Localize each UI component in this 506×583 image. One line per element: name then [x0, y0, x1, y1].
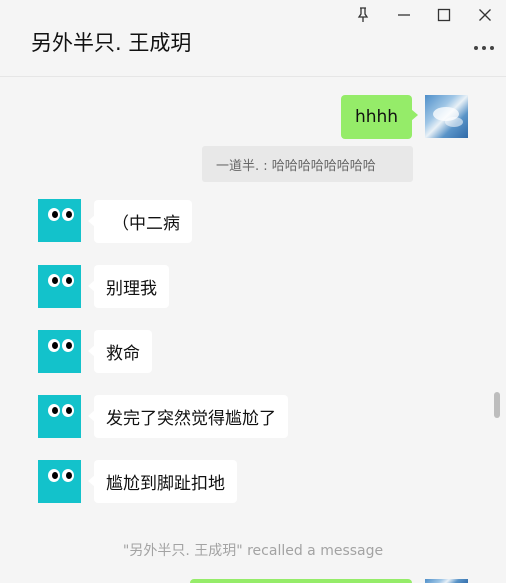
- self-avatar-partial[interactable]: [425, 579, 468, 583]
- recall-notice: "另外半只. 王成玥" recalled a message: [122, 543, 384, 559]
- avatar-eye-icon: [48, 274, 60, 287]
- avatar-eye-icon: [62, 469, 74, 482]
- minimize-icon[interactable]: [393, 4, 415, 26]
- avatar-eye-icon: [62, 274, 74, 287]
- pin-icon[interactable]: [352, 4, 374, 26]
- contact-avatar[interactable]: [38, 330, 81, 373]
- avatar-eye-icon: [62, 339, 74, 352]
- received-message-bubble[interactable]: 发完了突然觉得尴尬了: [88, 395, 288, 438]
- received-message-bubble[interactable]: 尴尬到脚趾扣地: [88, 460, 237, 503]
- sent-message-bubble[interactable]: hhhh: [341, 95, 418, 139]
- sent-message-bubble-partial[interactable]: [190, 579, 412, 583]
- contact-avatar[interactable]: [38, 395, 81, 438]
- avatar-eye-icon: [62, 404, 74, 417]
- contact-avatar[interactable]: [38, 460, 81, 503]
- avatar-eye-icon: [48, 469, 60, 482]
- avatar-eye-icon: [48, 339, 60, 352]
- contact-avatar[interactable]: [38, 265, 81, 308]
- quoted-message[interactable]: 一道半. : 哈哈哈哈哈哈哈哈: [202, 146, 413, 182]
- close-icon[interactable]: [474, 4, 496, 26]
- self-avatar[interactable]: [425, 95, 468, 138]
- avatar-eye-icon: [48, 208, 60, 221]
- received-message-bubble[interactable]: （中二病: [88, 200, 192, 243]
- chat-title: 另外半只. 王成玥: [31, 31, 192, 55]
- more-icon[interactable]: [474, 45, 494, 51]
- received-message-bubble[interactable]: 救命: [88, 330, 152, 373]
- avatar-eye-icon: [62, 208, 74, 221]
- scrollbar-thumb[interactable]: [494, 392, 500, 418]
- avatar-eye-icon: [48, 404, 60, 417]
- maximize-icon[interactable]: [433, 4, 455, 26]
- message-list[interactable]: hhhh 一道半. : 哈哈哈哈哈哈哈哈 （中二病 别理我 救命 发完了突然觉得…: [0, 78, 506, 583]
- contact-avatar[interactable]: [38, 199, 81, 242]
- received-message-bubble[interactable]: 别理我: [88, 265, 169, 308]
- chat-header: 另外半只. 王成玥: [0, 0, 506, 77]
